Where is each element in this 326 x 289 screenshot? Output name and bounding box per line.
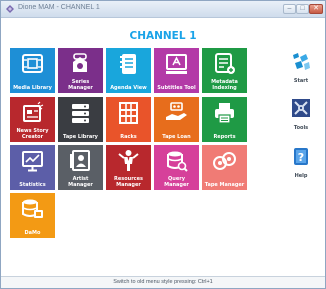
side-item-help[interactable]: ? Help [283,146,319,182]
tile-tape-library[interactable]: Tape Library [58,97,103,142]
reports-icon [215,103,234,124]
tile-label: Racks [120,134,137,140]
tile-damo[interactable]: DaMo [10,193,55,238]
tile-tape-manager[interactable]: Tape Manager [202,145,247,190]
metadata-indexing-icon [215,53,235,74]
agenda-view-icon [120,54,136,74]
resources-manager-icon [118,150,139,171]
statistics-icon [22,151,43,172]
news-story-creator-icon [23,101,44,122]
channel-title: CHANNEL 1 [129,30,197,42]
app-window: Dione MAM - CHANNEL 1 – □ ✕ CHANNEL 1 Me… [0,0,326,289]
media-library-icon [22,54,43,73]
side-item-label: Help [294,173,308,179]
tile-label: Tape Loan [162,134,191,140]
damo-icon [22,199,43,218]
tile-subtitles-tool[interactable]: Subtitles Tool [154,48,199,93]
tile-statistics[interactable]: Statistics [10,145,55,190]
side-item-tools[interactable]: Tools [283,98,319,134]
racks-icon [119,102,138,124]
tile-label: Series Manager [68,79,93,91]
query-manager-icon [167,151,188,172]
close-button[interactable]: ✕ [309,4,323,14]
status-bar: Switch to old menu style pressing: Ctrl+… [1,276,325,288]
tile-label: Tape Library [63,134,98,140]
tile-label: Statistics [19,182,46,188]
tile-agenda-view[interactable]: Agenda View [106,48,151,93]
tile-label: Query Manager [164,176,189,188]
tape-manager-icon [213,152,236,170]
tile-label: News Story Creator [16,128,49,140]
minimize-button[interactable]: – [283,4,296,14]
app-logo-icon [6,5,14,13]
window-title: Dione MAM - CHANNEL 1 [18,4,100,11]
tile-metadata-indexing[interactable]: Metadata Indexing [202,48,247,93]
tile-label: DaMo [24,230,41,236]
help-icon: ? [294,148,308,165]
side-item-label: Start [293,78,309,84]
tile-media-library[interactable]: Media Library [10,48,55,93]
tile-series-manager[interactable]: Series Manager [58,48,103,93]
tile-label: Tape Manager [204,182,245,188]
status-text: Switch to old menu style pressing: Ctrl+… [113,279,213,285]
tile-query-manager[interactable]: Query Manager [154,145,199,190]
side-item-label: Tools [293,125,309,131]
tools-icon [292,99,310,117]
tile-label: Resources Manager [113,176,143,188]
title-bar[interactable]: Dione MAM - CHANNEL 1 – □ ✕ [1,1,325,18]
tile-label: Media Library [13,85,52,91]
subtitles-tool-icon [166,54,187,74]
tile-label: Artist Manager [68,176,93,188]
svg-text:?: ? [298,151,304,164]
tile-label: Metadata Indexing [211,79,238,91]
tile-label: Subtitles Tool [157,85,196,91]
tape-loan-icon [166,102,187,120]
tile-label: Reports [213,134,236,140]
tile-resources-manager[interactable]: Resources Manager [106,145,151,190]
tile-racks[interactable]: Racks [106,97,151,142]
series-manager-icon [73,53,87,72]
side-item-start[interactable]: Start [283,51,319,87]
tile-artist-manager[interactable]: Artist Manager [58,145,103,190]
maximize-button[interactable]: □ [296,4,309,14]
tile-tape-loan[interactable]: Tape Loan [154,97,199,142]
tape-library-icon [72,104,89,123]
tile-reports[interactable]: Reports [202,97,247,142]
tile-news-story-creator[interactable]: News Story Creator [10,97,55,142]
artist-manager-icon [70,150,90,171]
tile-label: Agenda View [110,85,147,91]
start-icon [293,53,310,70]
